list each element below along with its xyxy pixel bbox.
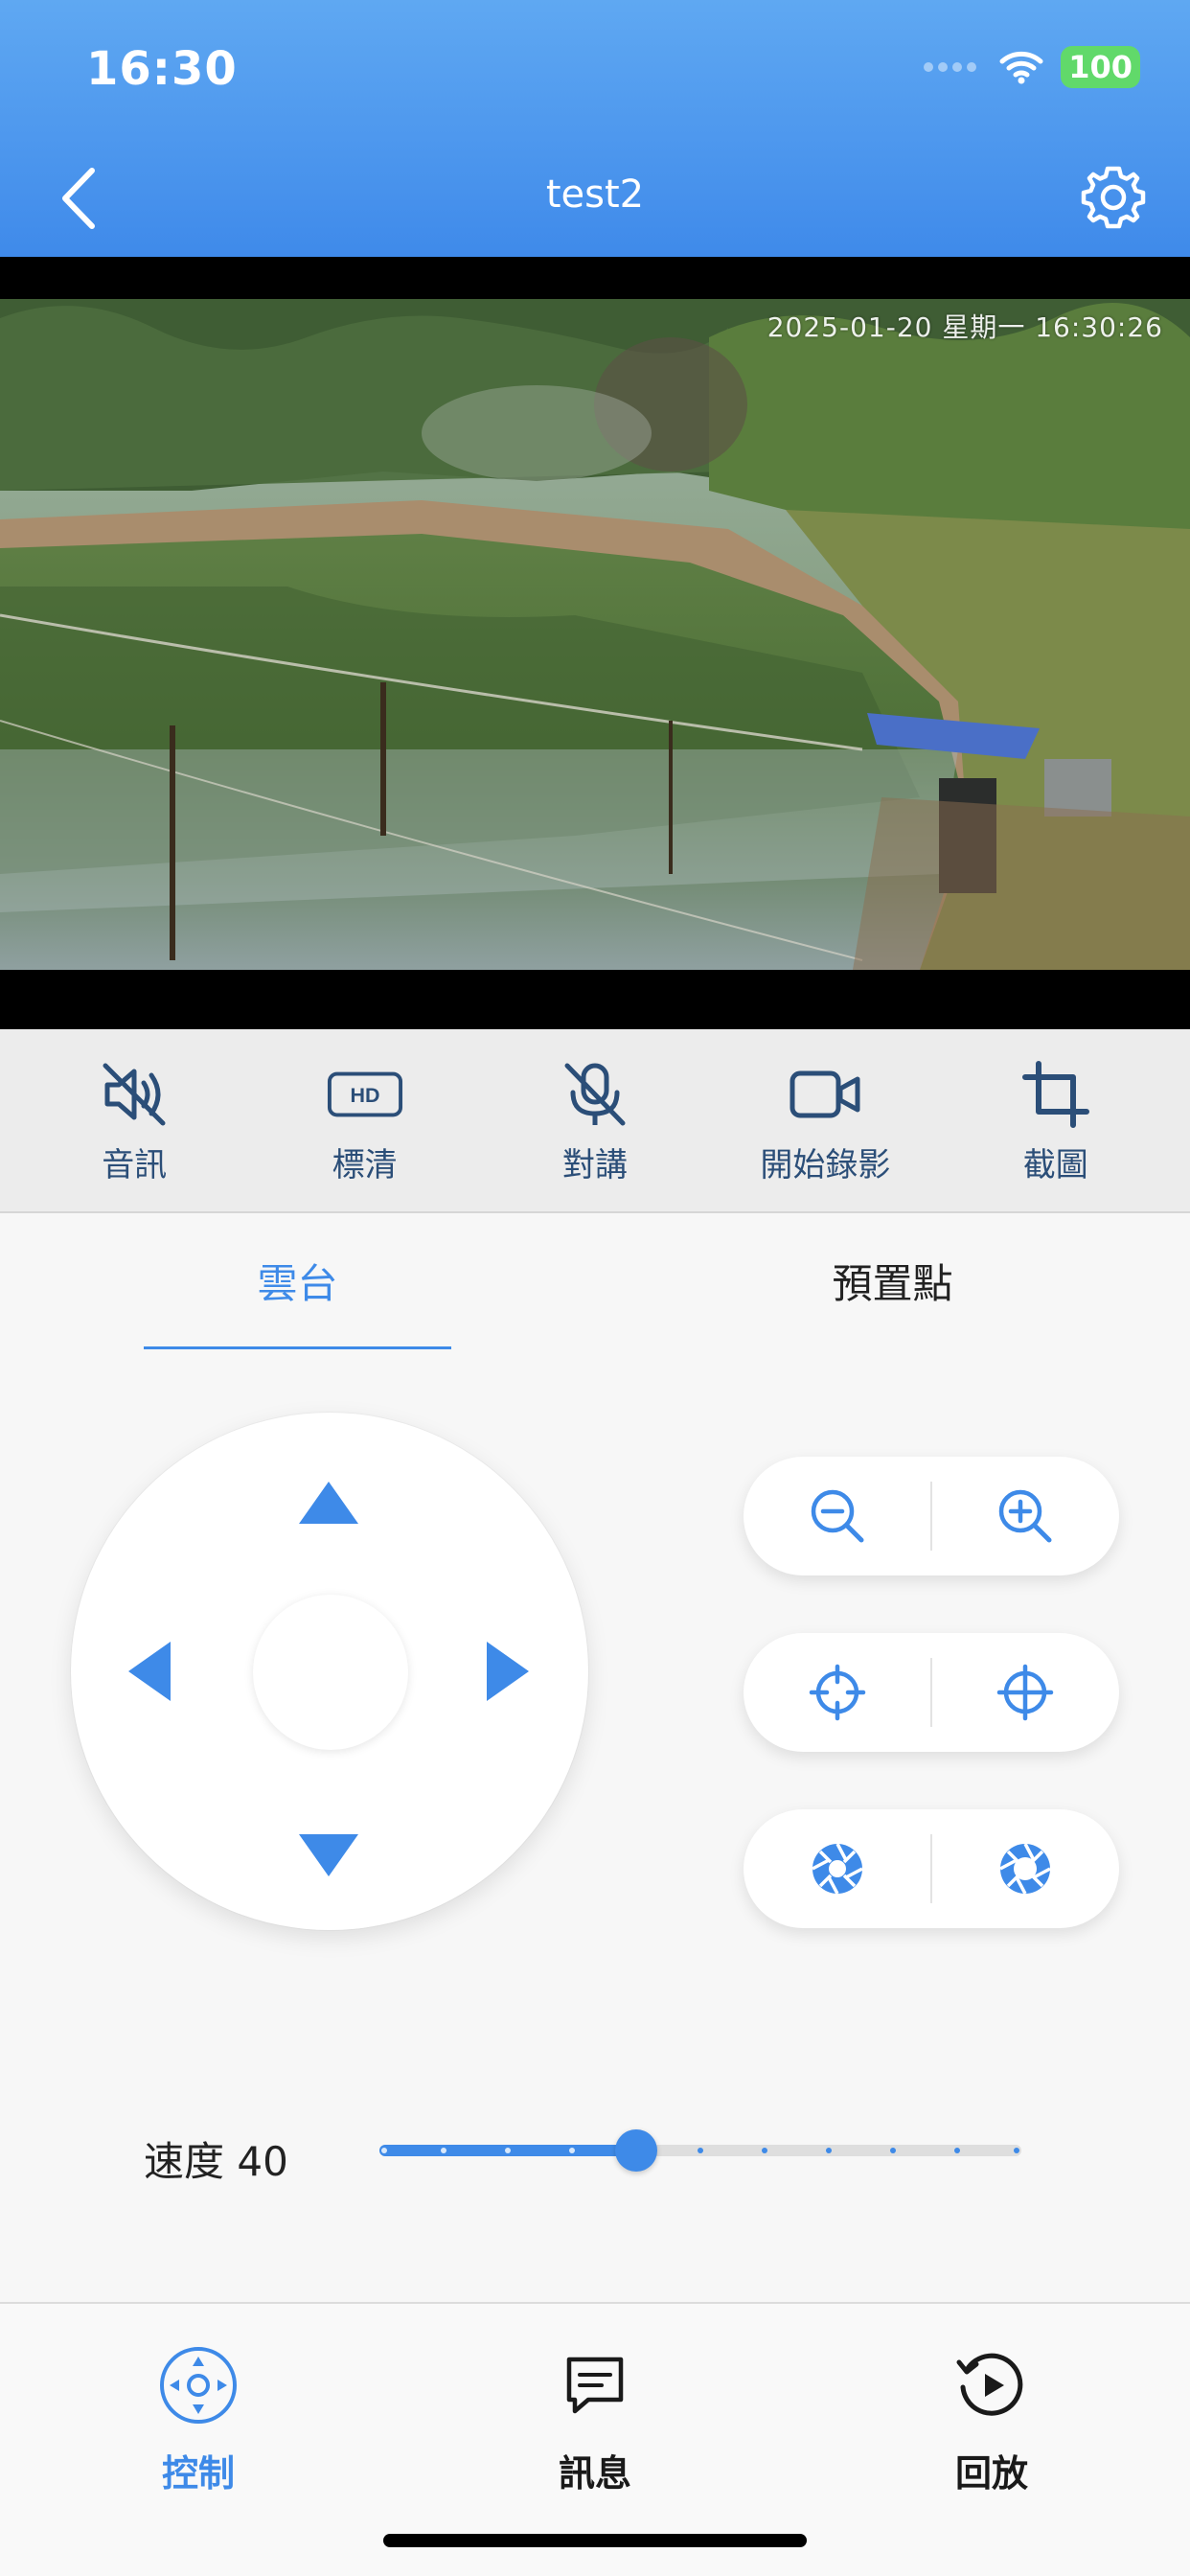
tab-presets[interactable]: 預置點	[595, 1213, 1190, 1349]
speed-slider-step	[762, 2148, 767, 2153]
media-toolbar: 音訊 HD 標清 對講 開始錄影 截圖	[0, 1029, 1190, 1213]
speed-slider-step	[890, 2148, 896, 2153]
battery-indicator: 100	[1061, 46, 1140, 88]
tab-ptz[interactable]: 雲台	[0, 1213, 595, 1349]
video-timestamp: 2025-01-20 星期一 16:30:26	[767, 311, 1163, 343]
iris-open-icon	[999, 1843, 1052, 1895]
status-time: 16:30	[86, 42, 238, 96]
talk-label: 對講	[561, 1145, 628, 1184]
crop-icon	[1021, 1060, 1089, 1128]
joystick-icon	[160, 2347, 237, 2424]
zoom-control	[744, 1457, 1119, 1576]
speed-slider-step	[505, 2148, 511, 2153]
mic-mute-icon	[564, 1063, 626, 1125]
speed-slider-step	[954, 2148, 960, 2153]
iris-open-button[interactable]	[932, 1809, 1119, 1928]
focus-far-button[interactable]	[932, 1633, 1119, 1752]
zoom-in-button[interactable]	[932, 1457, 1119, 1576]
ptz-joystick[interactable]	[71, 1413, 588, 1930]
speed-slider-thumb[interactable]	[615, 2129, 657, 2172]
nav-playback-label: 回放	[954, 2452, 1028, 2495]
joystick-center[interactable]	[253, 1595, 408, 1750]
quality-label: 標清	[332, 1145, 398, 1184]
speed-label: 速度 40	[144, 2138, 288, 2185]
status-indicators: 100	[924, 46, 1140, 88]
iris-close-icon	[811, 1843, 863, 1895]
pan-down-arrow-icon[interactable]	[299, 1834, 358, 1876]
zoom-out-icon	[811, 1489, 863, 1543]
pan-up-arrow-icon[interactable]	[299, 1482, 358, 1524]
page-title: test2	[545, 172, 645, 217]
talk-button[interactable]: 對講	[490, 1056, 700, 1185]
nav-control-label: 控制	[161, 2452, 235, 2495]
wifi-icon	[999, 51, 1043, 84]
cellular-signal-icon	[924, 62, 977, 72]
camera-scene-image	[0, 299, 1190, 970]
control-tabs: 雲台 預置點	[0, 1213, 1190, 1349]
nav-playback[interactable]: 回放	[793, 2304, 1190, 2576]
audio-button[interactable]: 音訊	[29, 1056, 240, 1185]
settings-gear-icon[interactable]	[1079, 163, 1148, 232]
quality-button[interactable]: HD 標清	[260, 1056, 470, 1185]
home-indicator	[383, 2534, 807, 2547]
speed-slider-step	[698, 2148, 703, 2153]
hd-icon: HD	[327, 1071, 402, 1116]
speed-slider-step	[826, 2148, 832, 2153]
camera-feed[interactable]	[0, 299, 1190, 970]
playback-icon	[956, 2353, 1023, 2416]
record-label: 開始錄影	[760, 1145, 891, 1184]
video-camera-icon	[790, 1070, 860, 1117]
iris-close-button[interactable]	[744, 1809, 930, 1928]
audio-label: 音訊	[102, 1145, 168, 1184]
record-button[interactable]: 開始錄影	[720, 1056, 930, 1185]
speed-slider-step	[441, 2148, 446, 2153]
zoom-out-button[interactable]	[744, 1457, 930, 1576]
svg-text:HD: HD	[350, 1083, 379, 1106]
nav-control[interactable]: 控制	[0, 2304, 397, 2576]
screenshot-label: 截圖	[1022, 1145, 1088, 1184]
iris-control	[744, 1809, 1119, 1928]
message-icon	[566, 2357, 624, 2414]
focus-near-icon	[809, 1664, 865, 1721]
speed-slider-step	[569, 2148, 575, 2153]
nav-messages-label: 訊息	[558, 2452, 631, 2495]
zoom-in-icon	[999, 1489, 1052, 1543]
speaker-mute-icon	[103, 1063, 166, 1125]
pan-right-arrow-icon[interactable]	[487, 1642, 529, 1701]
focus-far-icon	[997, 1664, 1054, 1721]
speed-slider-step	[381, 2148, 387, 2153]
focus-control	[744, 1633, 1119, 1752]
focus-near-button[interactable]	[744, 1633, 930, 1752]
app-header: 16:30 100 test2	[0, 0, 1190, 257]
speed-slider-step	[1014, 2148, 1019, 2153]
speed-slider[interactable]	[379, 2129, 1021, 2172]
video-player[interactable]: 2025-01-20 星期一 16:30:26	[0, 257, 1190, 1029]
screenshot-button[interactable]: 截圖	[950, 1056, 1161, 1185]
pan-left-arrow-icon[interactable]	[128, 1642, 171, 1701]
